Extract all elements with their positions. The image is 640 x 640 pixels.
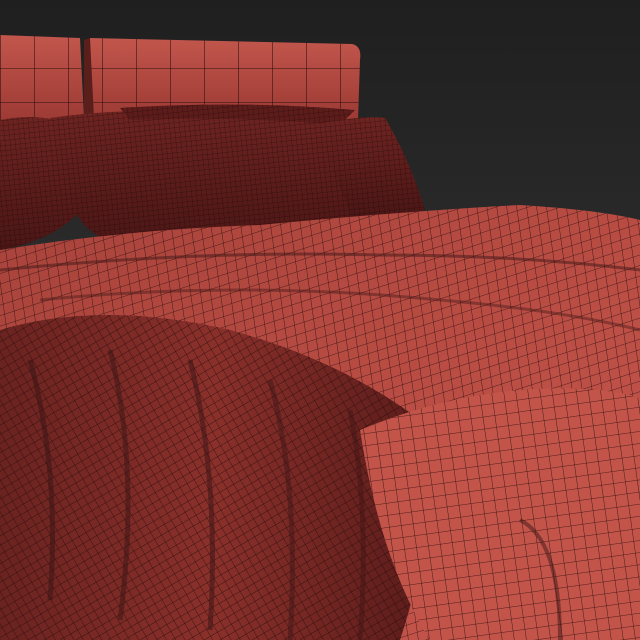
render-viewport xyxy=(0,0,640,640)
bed-scene xyxy=(0,0,640,640)
